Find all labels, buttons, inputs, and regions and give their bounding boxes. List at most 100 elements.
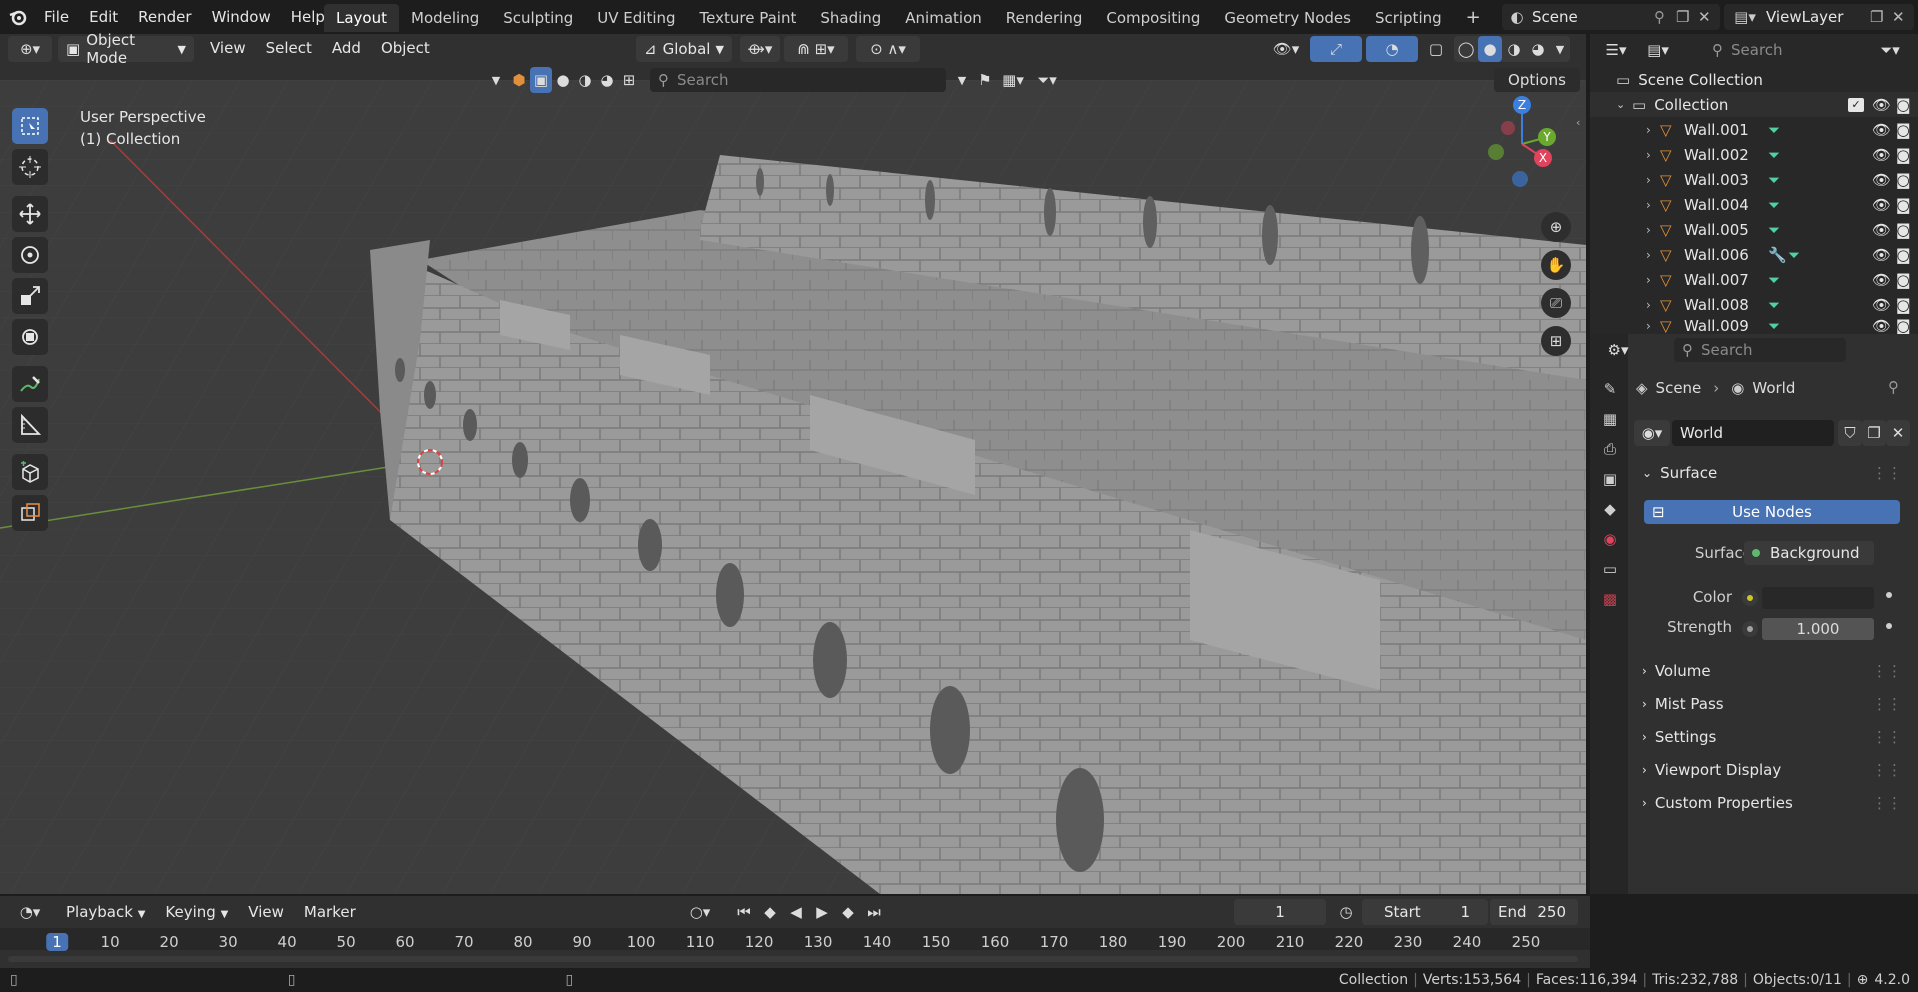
tab-compositing[interactable]: Compositing <box>1094 4 1212 32</box>
perspective-toggle-icon[interactable]: ⊞ <box>1541 326 1571 356</box>
properties-search-input[interactable]: ⚲ Search <box>1674 338 1846 362</box>
close-icon[interactable]: ✕ <box>1892 8 1914 26</box>
chevron-right-icon[interactable]: › <box>1646 148 1660 162</box>
chevron-right-icon[interactable]: › <box>1646 173 1660 187</box>
color-swatch[interactable] <box>1762 587 1874 609</box>
camera-icon[interactable]: ◙ <box>1896 296 1918 314</box>
tab-texture-paint[interactable]: Texture Paint <box>688 4 809 32</box>
layout-icon[interactable]: ▦▾ <box>996 67 1030 93</box>
scene-tab-icon[interactable]: ◆ <box>1604 500 1616 518</box>
mesh-data-icon[interactable]: ⏷ <box>1768 221 1792 239</box>
sidebar-toggle-icon[interactable]: ‹ <box>1576 116 1580 129</box>
grid-icon[interactable]: ⊞ <box>618 67 640 93</box>
annotate-tool-icon[interactable] <box>12 366 48 402</box>
mesh-data-icon[interactable]: ⏷ <box>1768 317 1792 335</box>
measure-tool-icon[interactable] <box>12 407 48 443</box>
chevron-right-icon[interactable]: › <box>1646 223 1660 237</box>
display-mode-icon[interactable]: ▤▾ <box>1636 37 1680 63</box>
transform-tool-icon[interactable] <box>12 319 48 355</box>
mode-dropdown[interactable]: ▣ Object Mode ▼ <box>58 31 194 67</box>
camera-icon[interactable]: ◙ <box>1896 221 1918 239</box>
chevron-right-icon[interactable]: › <box>1646 248 1660 262</box>
drag-handle-icon[interactable]: ⋮⋮ <box>1872 794 1902 812</box>
eye-icon[interactable]: 👁 <box>1872 96 1896 114</box>
eye-icon[interactable]: 👁 <box>1872 121 1896 139</box>
menu-keying[interactable]: Keying ▼ <box>155 898 238 926</box>
current-frame-indicator[interactable]: 1 <box>46 933 68 951</box>
world-name-field[interactable]: World <box>1672 420 1834 446</box>
close-icon[interactable]: ✕ <box>1698 8 1720 26</box>
custom-properties-panel-header[interactable]: › Custom Properties ⋮⋮ <box>1634 788 1910 818</box>
shading-solid-icon[interactable]: ● <box>552 67 574 93</box>
tab-rendering[interactable]: Rendering <box>994 4 1095 32</box>
editor-type-icon[interactable]: ◔▾ <box>8 899 52 925</box>
scene-selector[interactable]: ◐ Scene ⚲ ❐ ✕ <box>1502 4 1720 30</box>
tab-uv-editing[interactable]: UV Editing <box>585 4 687 32</box>
menu-view[interactable]: View <box>200 34 256 62</box>
options-button[interactable]: Options <box>1494 68 1580 92</box>
chevron-right-icon[interactable]: › <box>1646 123 1660 137</box>
menu-window[interactable]: Window <box>202 0 281 34</box>
material-shading-icon[interactable]: ◑ <box>1502 36 1526 62</box>
outliner-item[interactable]: › ▽ Wall.006 🔧 ⏷ 👁 ◙ <box>1590 242 1918 267</box>
view-layer-selector[interactable]: ▤▾ ViewLayer ❐ ✕ <box>1724 4 1914 30</box>
end-frame-field[interactable]: End 250 <box>1490 899 1578 925</box>
tab-geometry-nodes[interactable]: Geometry Nodes <box>1212 4 1363 32</box>
cursor-tool-icon[interactable] <box>12 149 48 185</box>
camera-icon[interactable]: ◙ <box>1896 271 1918 289</box>
volume-panel-header[interactable]: › Volume ⋮⋮ <box>1634 656 1910 686</box>
strength-field[interactable]: 1.000 <box>1742 617 1874 641</box>
camera-view-icon[interactable]: ⎚ <box>1541 288 1571 318</box>
camera-icon[interactable]: ◙ <box>1896 121 1918 139</box>
camera-icon[interactable]: ◙ <box>1896 196 1918 214</box>
outliner-item[interactable]: › ▽ Wall.009 ⏷ 👁 ◙ <box>1590 317 1918 335</box>
mist-pass-panel-header[interactable]: › Mist Pass ⋮⋮ <box>1634 689 1910 719</box>
surface-shader-field[interactable]: Background <box>1744 541 1874 565</box>
camera-icon[interactable]: ◙ <box>1896 146 1918 164</box>
fake-user-icon[interactable]: ⛉ <box>1838 420 1862 446</box>
pin-icon[interactable]: ⚲ <box>1654 8 1676 26</box>
auto-keying-icon[interactable]: ○▾ <box>678 899 722 925</box>
collection-tab-icon[interactable]: ▭ <box>1603 560 1617 578</box>
pan-hand-icon[interactable]: ✋ <box>1541 250 1571 280</box>
add-cube-tool-icon[interactable] <box>12 454 48 490</box>
mesh-data-icon[interactable]: ⏷ <box>1768 196 1792 214</box>
navigation-gizmo[interactable]: Z Y X <box>1470 94 1570 194</box>
drag-handle-icon[interactable]: ⋮⋮ <box>1872 728 1902 746</box>
start-frame-field[interactable]: Start 1 <box>1362 899 1488 925</box>
menu-edit[interactable]: Edit <box>79 0 128 34</box>
texture-tab-icon[interactable]: ▩ <box>1603 590 1617 608</box>
play-reverse-icon[interactable]: ◀ <box>784 899 808 925</box>
chevron-right-icon[interactable]: › <box>1646 198 1660 212</box>
mesh-data-icon[interactable]: ⏷ <box>1768 271 1792 289</box>
keyframe-dot-icon[interactable] <box>1886 592 1892 598</box>
editor-type-icon[interactable]: ☰▾ <box>1596 37 1636 63</box>
menu-select[interactable]: Select <box>256 34 322 62</box>
use-nodes-button[interactable]: ⊟ Use Nodes <box>1644 500 1900 524</box>
eye-icon[interactable]: 👁 <box>1872 271 1896 289</box>
menu-object[interactable]: Object <box>371 34 440 62</box>
drag-handle-icon[interactable]: ⋮⋮ <box>1872 464 1902 482</box>
mesh-data-icon[interactable]: ⏷ <box>1788 246 1812 264</box>
outliner-item[interactable]: › ▽ Wall.005 ⏷ 👁 ◙ <box>1590 217 1918 242</box>
bookmark-icon[interactable]: ⚑ <box>974 67 996 93</box>
jump-end-icon[interactable]: ⏭ <box>862 899 886 925</box>
filter-icon[interactable]: ⏷▾ <box>1030 67 1064 93</box>
new-scene-icon[interactable]: ❐ <box>1676 8 1698 26</box>
snap-icon[interactable]: ⋒ ⊞▾ <box>784 36 848 62</box>
camera-icon[interactable]: ◙ <box>1896 246 1918 264</box>
output-tab-icon[interactable]: ⎙ <box>1604 440 1616 458</box>
outliner-item[interactable]: › ▽ Wall.008 ⏷ 👁 ◙ <box>1590 292 1918 317</box>
eye-icon[interactable]: 👁 <box>1872 171 1896 189</box>
shading-material-icon[interactable]: ◑ <box>574 67 596 93</box>
play-icon[interactable]: ▶ <box>810 899 834 925</box>
camera-icon[interactable]: ◙ <box>1896 96 1918 114</box>
chevron-right-icon[interactable]: › <box>1646 273 1660 287</box>
tab-modeling[interactable]: Modeling <box>399 4 491 32</box>
timeline-scrollbar[interactable] <box>8 956 1578 962</box>
mesh-data-icon[interactable]: ⏷ <box>1768 296 1792 314</box>
proportional-editing-icon[interactable]: ⊙ ∧▾ <box>856 36 920 62</box>
eye-icon[interactable]: 👁 <box>1872 196 1896 214</box>
collection-row[interactable]: ⌄ ▭ Collection ✓ 👁 ◙ <box>1590 92 1918 117</box>
menu-view[interactable]: View <box>238 898 294 926</box>
